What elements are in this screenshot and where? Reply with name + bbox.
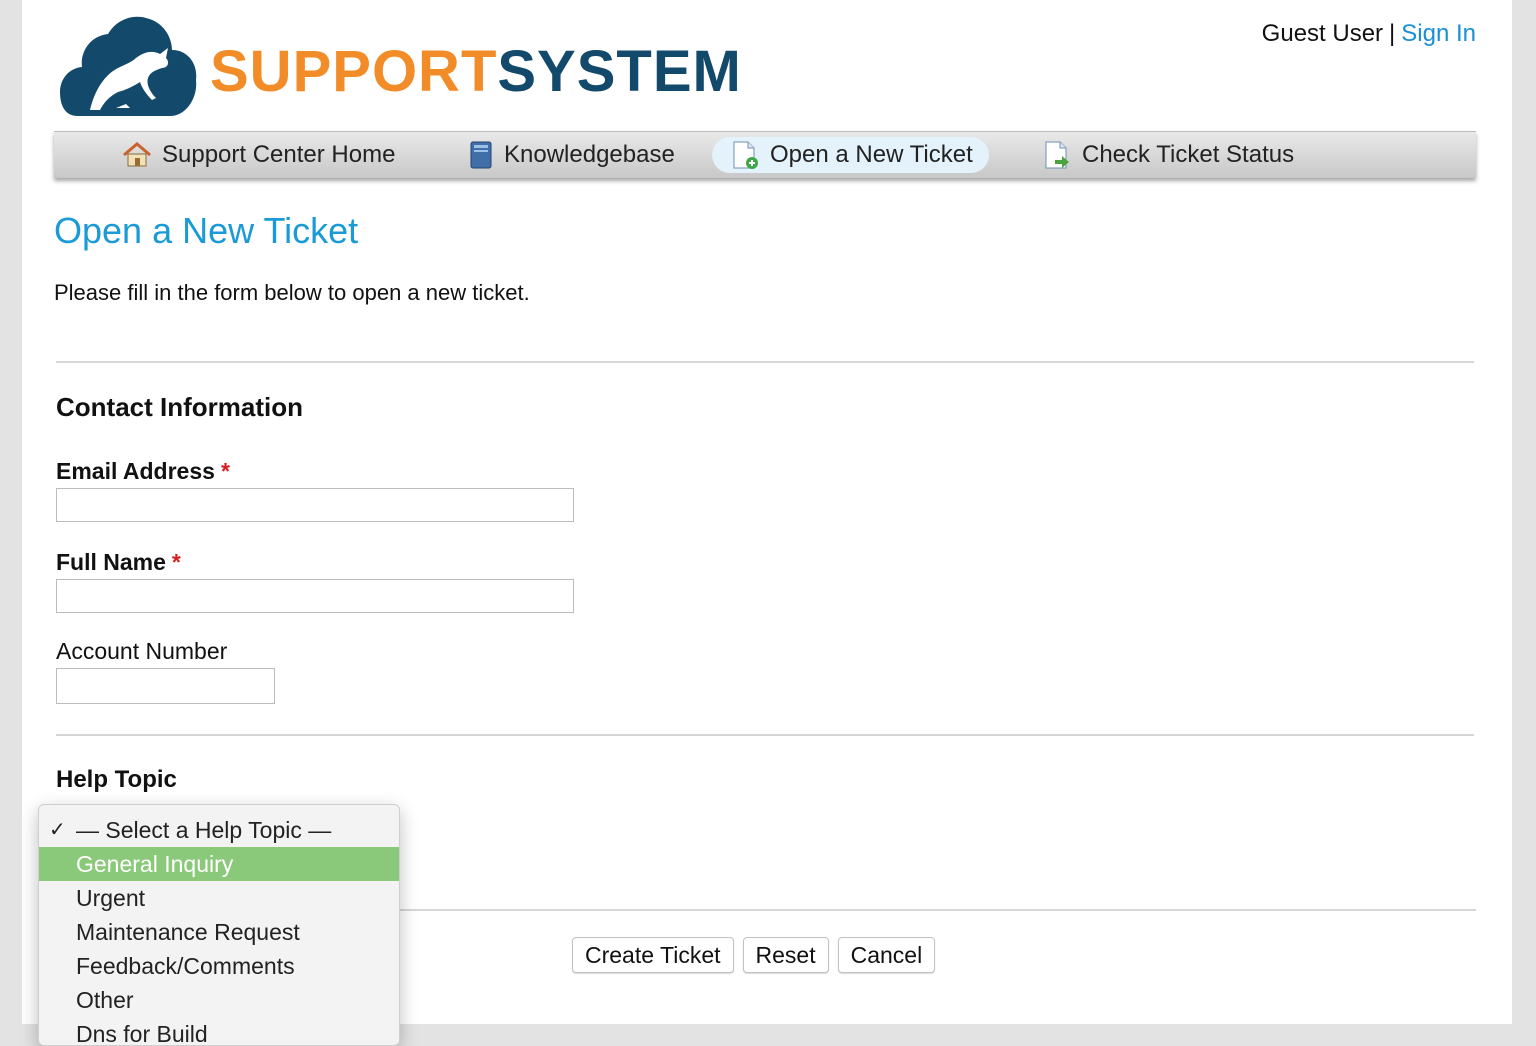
home-icon [122,142,152,168]
option-label: Dns for Build [76,1021,208,1046]
help-topic-option-placeholder[interactable]: ✓ — Select a Help Topic — [39,813,399,847]
help-topic-option-urgent[interactable]: Urgent [39,881,399,915]
page-title: Open a New Ticket [54,210,359,251]
main-nav: Support Center Home Knowledgebase Open a… [54,131,1476,178]
help-topic-option-feedback-comments[interactable]: Feedback/Comments [39,949,399,983]
logo-word-support: SUPPORT [210,39,498,104]
help-topic-option-general-inquiry[interactable]: General Inquiry [39,847,399,881]
full-name-label: Full Name * [56,549,181,576]
user-separator: | [1389,20,1396,47]
nav-item-support-center-home[interactable]: Support Center Home [104,137,411,173]
contact-information-heading: Contact Information [56,392,303,422]
intro-text: Please fill in the form below to open a … [54,280,530,305]
ticket-status-icon [1042,140,1072,170]
help-topic-option-maintenance-request[interactable]: Maintenance Request [39,915,399,949]
create-ticket-button[interactable]: Create Ticket [572,937,734,973]
nav-item-open-new-ticket[interactable]: Open a New Ticket [712,137,989,173]
email-label: Email Address * [56,458,230,485]
help-topic-dropdown[interactable]: ✓ — Select a Help Topic — General Inquiry… [38,804,400,1046]
guest-user-label: Guest User [1261,20,1384,47]
nav-label: Check Ticket Status [1082,141,1295,168]
nav-label: Knowledgebase [504,141,675,168]
divider [56,361,1474,363]
divider [398,909,1476,911]
help-topic-heading: Help Topic [56,766,177,793]
email-field[interactable] [56,488,574,522]
support-system-logo[interactable]: SUPPORTSYSTEM [60,12,760,120]
new-ticket-icon [730,140,760,170]
check-icon: ✓ [49,819,66,841]
user-area: Guest User | Sign In [1262,20,1476,48]
option-label: Urgent [76,885,146,911]
option-label: Feedback/Comments [76,953,295,979]
option-label: — Select a Help Topic — [76,817,332,843]
account-number-field[interactable] [56,668,275,704]
required-marker: * [171,549,181,575]
full-name-label-text: Full Name [56,549,166,575]
divider [56,734,1474,736]
book-icon [468,140,494,170]
account-number-label: Account Number [56,638,228,664]
required-marker: * [220,458,230,484]
form-actions: Create Ticket Reset Cancel [572,937,936,973]
page-container: SUPPORTSYSTEM Guest User | Sign In Support… [22,0,1512,1046]
nav-item-knowledgebase[interactable]: Knowledgebase [450,137,691,173]
nav-label: Open a New Ticket [770,141,973,168]
option-label: Maintenance Request [76,919,300,945]
logo-word-system: SYSTEM [497,39,742,104]
help-topic-option-dns-for-build[interactable]: Dns for Build [39,1017,399,1046]
reset-button[interactable]: Reset [742,937,829,973]
cancel-button[interactable]: Cancel [837,937,936,973]
email-label-text: Email Address [56,458,215,484]
nav-label: Support Center Home [162,141,396,168]
full-name-field[interactable] [56,579,574,613]
option-label: Other [76,987,134,1013]
logo-wordmark: SUPPORTSYSTEM [210,38,742,105]
help-topic-option-other[interactable]: Other [39,983,399,1017]
option-label: General Inquiry [76,851,234,877]
kangaroo-cloud-logo-icon [60,16,197,116]
sign-in-link[interactable]: Sign In [1401,20,1476,47]
nav-item-check-ticket-status[interactable]: Check Ticket Status [1024,137,1310,173]
